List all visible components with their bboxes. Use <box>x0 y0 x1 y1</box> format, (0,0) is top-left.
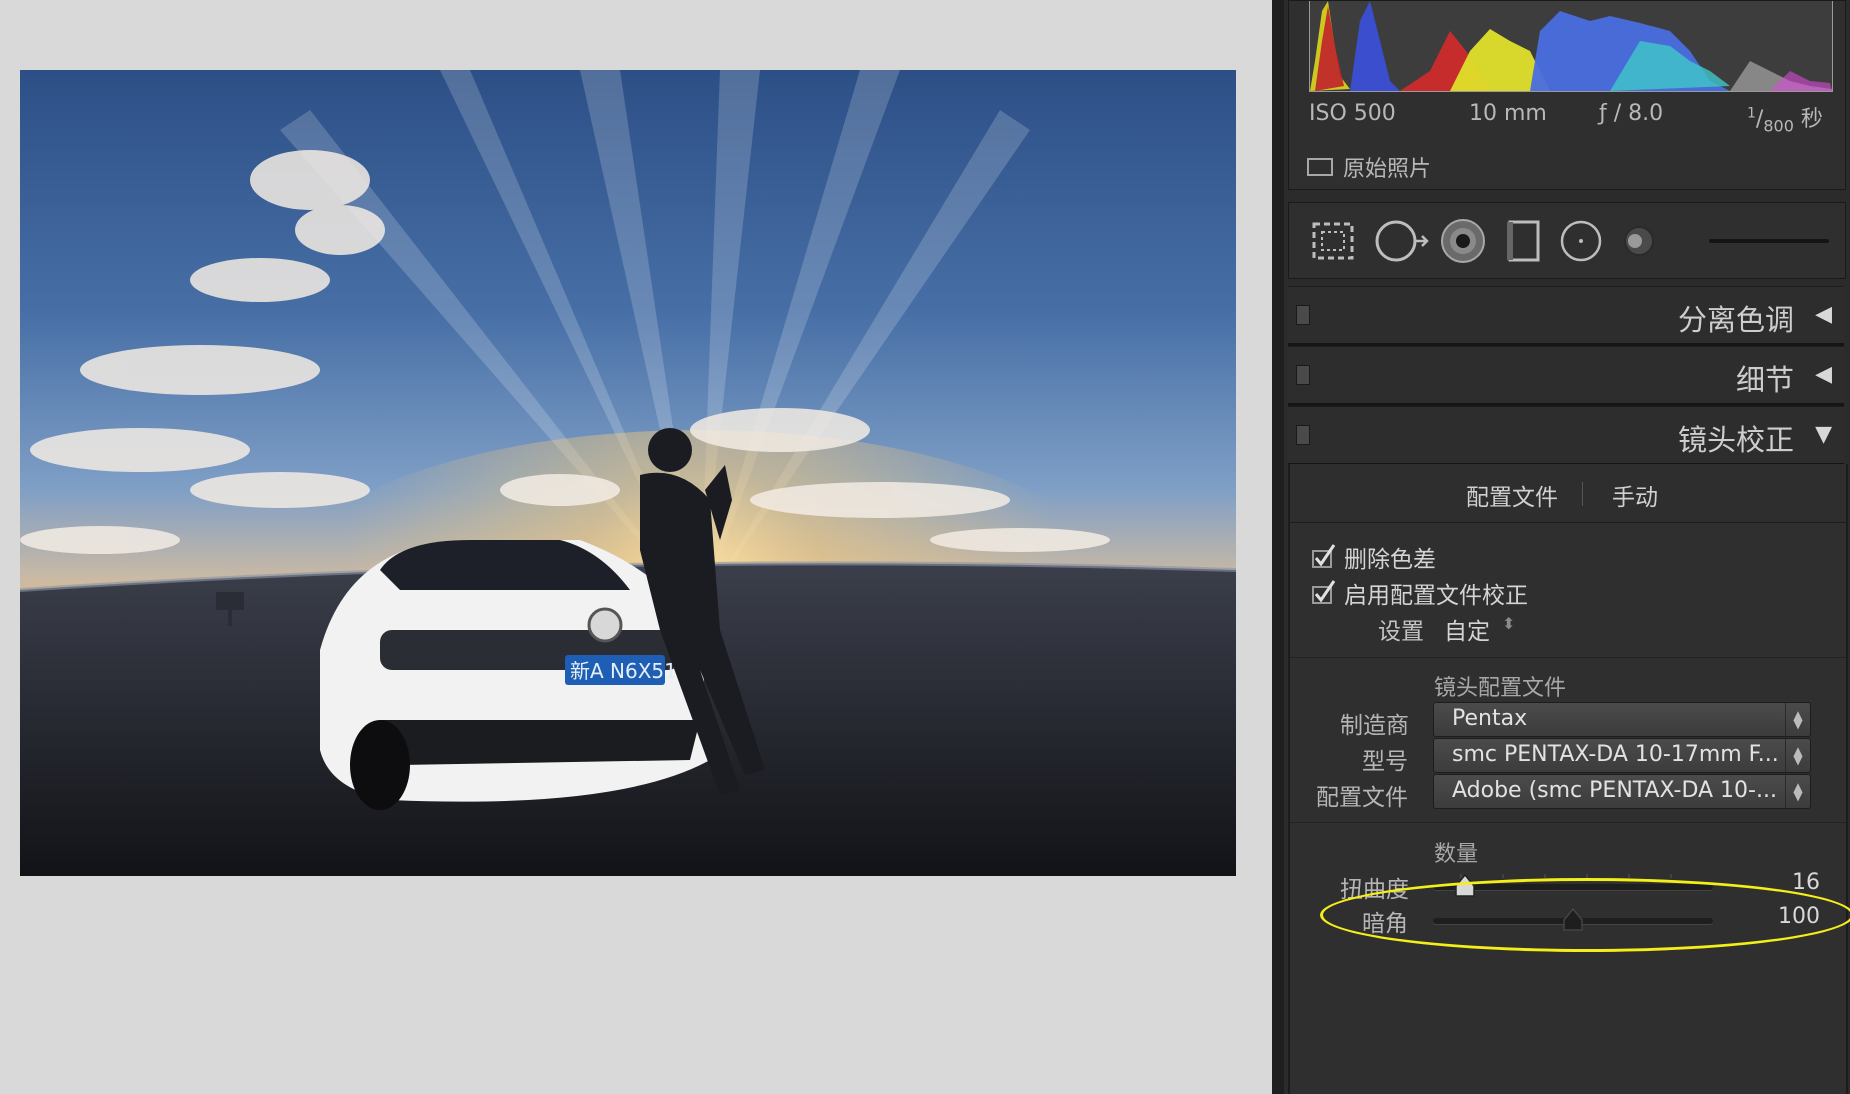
checkmark-icon[interactable] <box>1312 580 1336 604</box>
section-title: 分离色调 <box>1677 303 1794 337</box>
adjustment-brush-icon[interactable] <box>1619 217 1659 265</box>
enable-profile-label: 启用配置文件校正 <box>1344 583 1528 609</box>
crop-overlay-icon[interactable] <box>1307 217 1359 265</box>
tab-manual[interactable]: 手动 <box>1612 478 1658 512</box>
setup-label: 设置 <box>1378 619 1424 645</box>
tab-separator <box>1582 482 1583 506</box>
checkbox-icon[interactable] <box>1307 158 1333 176</box>
section-title: 细节 <box>1735 363 1794 397</box>
exif-aperture: ƒ / 8.0 <box>1599 101 1664 126</box>
section-lens-correction[interactable]: 镜头校正 ▼ <box>1288 406 1844 466</box>
section-title: 镜头校正 <box>1677 423 1794 457</box>
original-photo-label: 原始照片 <box>1343 157 1432 182</box>
enable-profile-row[interactable]: 启用配置文件校正 <box>1312 576 1528 610</box>
lens-correction-body: 配置文件 手动 删除色差 启用配置文件校正 设置 自定 ⬍ 镜头配置文件 制造商… <box>1288 464 1848 1094</box>
amount-heading: 数量 <box>1434 842 1479 867</box>
exif-iso: ISO 500 <box>1309 101 1396 126</box>
make-label: 制造商 <box>1340 713 1409 739</box>
collapse-arrow-icon[interactable]: ◀ <box>1815 362 1832 387</box>
remove-ca-row[interactable]: 删除色差 <box>1312 540 1436 574</box>
exif-focal-length: 10 mm <box>1469 101 1547 126</box>
tool-strip <box>1288 202 1846 279</box>
setup-stepper-icon[interactable]: ⬍ <box>1502 614 1515 633</box>
photo-preview[interactable]: 新A N6X51 <box>20 70 1236 876</box>
panel-switch-icon[interactable] <box>1296 365 1310 385</box>
histogram-panel: ISO 500 10 mm ƒ / 8.0 1/800 秒 原始照片 <box>1288 0 1846 190</box>
red-eye-icon[interactable] <box>1435 217 1491 265</box>
model-value: smc PENTAX-DA 10-17mm F... <box>1452 742 1779 767</box>
photo-scene: 新A N6X51 <box>20 70 1236 876</box>
remove-ca-label: 删除色差 <box>1344 547 1436 573</box>
histogram[interactable] <box>1309 1 1833 92</box>
select-stepper-icon[interactable]: ▲ ▼ <box>1785 775 1810 808</box>
panel-divider[interactable] <box>1272 0 1284 1094</box>
section-split-toning[interactable]: 分离色调 ◀ <box>1288 286 1844 346</box>
exif-shutter: 1/800 秒 <box>1747 105 1823 136</box>
model-select[interactable]: smc PENTAX-DA 10-17mm F... ▲ ▼ <box>1433 738 1811 773</box>
select-stepper-icon[interactable]: ▲ ▼ <box>1785 703 1810 736</box>
license-plate: 新A N6X51 <box>570 659 677 683</box>
profile-select[interactable]: Adobe (smc PENTAX-DA 10-... ▲ ▼ <box>1433 774 1811 809</box>
lens-tabs: 配置文件 手动 <box>1290 464 1846 523</box>
panel-switch-icon[interactable] <box>1296 425 1310 445</box>
profile-value: Adobe (smc PENTAX-DA 10-... <box>1452 778 1777 803</box>
collapse-arrow-icon[interactable]: ◀ <box>1815 302 1832 327</box>
setup-value[interactable]: 自定 <box>1444 612 1490 646</box>
make-value: Pentax <box>1452 706 1528 731</box>
divider <box>1290 657 1846 658</box>
tab-profile[interactable]: 配置文件 <box>1466 478 1558 512</box>
spot-removal-icon[interactable] <box>1373 217 1433 265</box>
make-select[interactable]: Pentax ▲ ▼ <box>1433 702 1811 737</box>
section-detail[interactable]: 细节 ◀ <box>1288 346 1844 406</box>
brush-size-slider[interactable] <box>1709 239 1829 243</box>
original-photo-toggle[interactable]: 原始照片 <box>1307 151 1431 183</box>
highlight-annotation <box>1320 878 1850 952</box>
select-stepper-icon[interactable]: ▲ ▼ <box>1785 739 1810 772</box>
graduated-filter-icon[interactable] <box>1499 217 1549 265</box>
divider <box>1290 822 1846 823</box>
photo-canvas: 新A N6X51 <box>0 0 1272 1094</box>
histogram-graph <box>1310 1 1832 91</box>
expand-arrow-icon[interactable]: ▼ <box>1815 422 1832 447</box>
profile-label: 配置文件 <box>1316 785 1408 811</box>
panel-switch-icon[interactable] <box>1296 305 1310 325</box>
checkmark-icon[interactable] <box>1312 544 1336 568</box>
model-label: 型号 <box>1362 749 1408 775</box>
lens-profile-heading: 镜头配置文件 <box>1434 676 1567 701</box>
radial-filter-icon[interactable] <box>1551 217 1611 265</box>
